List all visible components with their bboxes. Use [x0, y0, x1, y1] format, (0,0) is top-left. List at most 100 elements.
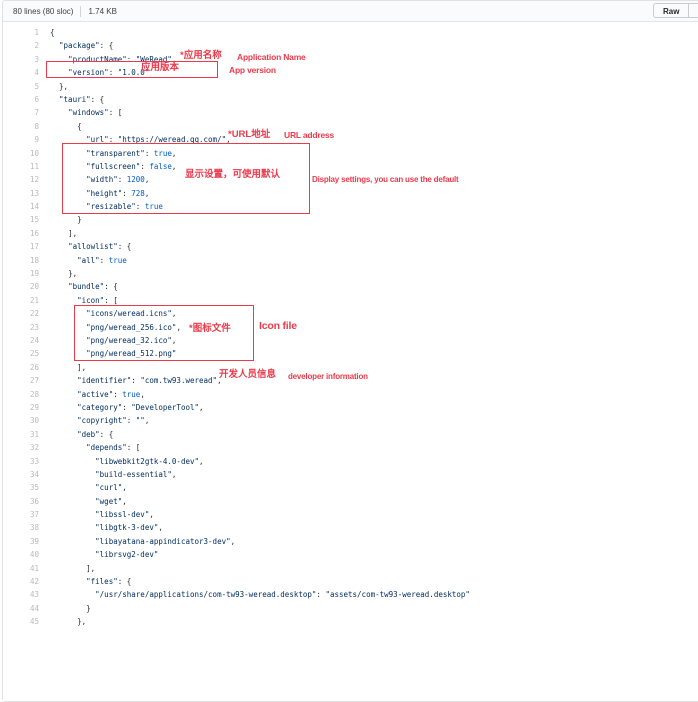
code-line: 14 "resizable": true [3, 200, 698, 213]
line-number[interactable]: 23 [3, 321, 39, 334]
code-line: 30 "copyright": "", [3, 414, 698, 427]
file-header: 80 lines (80 sloc) 1.74 KB Raw [3, 1, 698, 22]
code-line: 10 "transparent": true, [3, 147, 698, 160]
next-button-cut[interactable] [689, 3, 698, 18]
line-number[interactable]: 31 [3, 428, 39, 441]
line-number[interactable]: 34 [3, 468, 39, 481]
line-number[interactable]: 28 [3, 388, 39, 401]
line-number[interactable]: 9 [3, 133, 39, 146]
code-line-content: "png/weread_512.png" [39, 347, 176, 360]
line-number[interactable]: 35 [3, 481, 39, 494]
code-line-content: "icons/weread.icns", [39, 307, 176, 320]
code-line-content: "curl", [39, 481, 127, 494]
code-line: 7 "windows": [ [3, 106, 698, 119]
code-line-content: "librsvg2-dev" [39, 548, 158, 561]
line-number[interactable]: 40 [3, 548, 39, 561]
code-line: 15 } [3, 213, 698, 226]
line-number[interactable]: 19 [3, 267, 39, 280]
line-number[interactable]: 36 [3, 495, 39, 508]
code-line: 34 "build-essential", [3, 468, 698, 481]
line-number[interactable]: 42 [3, 575, 39, 588]
code-line-content: "tauri": { [39, 93, 104, 106]
line-number[interactable]: 13 [3, 187, 39, 200]
line-number[interactable]: 29 [3, 401, 39, 414]
code-line-content: "height": 728, [39, 187, 149, 200]
code-line-content: "identifier": "com.tw93.weread", [39, 374, 222, 387]
code-line-content: } [39, 602, 91, 615]
line-number[interactable]: 16 [3, 227, 39, 240]
line-number[interactable]: 24 [3, 334, 39, 347]
line-number[interactable]: 11 [3, 160, 39, 173]
line-number[interactable]: 15 [3, 213, 39, 226]
line-number[interactable]: 5 [3, 80, 39, 93]
code-line: 27 "identifier": "com.tw93.weread", [3, 374, 698, 387]
line-number[interactable]: 21 [3, 294, 39, 307]
code-line-content: "libwebkit2gtk-4.0-dev", [39, 455, 204, 468]
line-number[interactable]: 38 [3, 521, 39, 534]
code-line-content: { [39, 26, 55, 39]
line-number[interactable]: 18 [3, 254, 39, 267]
line-number[interactable]: 44 [3, 602, 39, 615]
line-number[interactable]: 1 [3, 26, 39, 39]
code-line: 19 }, [3, 267, 698, 280]
code-line: 35 "curl", [3, 481, 698, 494]
line-number[interactable]: 12 [3, 173, 39, 186]
code-line-content: "/usr/share/applications/com-tw93-weread… [39, 588, 470, 601]
code-line-content: "version": "1.0.0" [39, 66, 149, 79]
code-line: 18 "all": true [3, 254, 698, 267]
code-line-content: "libssl-dev", [39, 508, 154, 521]
line-number[interactable]: 33 [3, 455, 39, 468]
code-line: 3 "productName": "WeRead", [3, 53, 698, 66]
code-line-content: ], [39, 227, 77, 240]
code-line: 38 "libgtk-3-dev", [3, 521, 698, 534]
code-line: 22 "icons/weread.icns", [3, 307, 698, 320]
code-line: 31 "deb": { [3, 428, 698, 441]
line-number[interactable]: 43 [3, 588, 39, 601]
code-line-content: "package": { [39, 39, 113, 52]
code-line-content: "deb": { [39, 428, 113, 441]
code-line: 29 "category": "DeveloperTool", [3, 401, 698, 414]
code-line: 12 "width": 1200, [3, 173, 698, 186]
line-number[interactable]: 14 [3, 200, 39, 213]
line-number[interactable]: 25 [3, 347, 39, 360]
code-line: 11 "fullscreen": false, [3, 160, 698, 173]
file-actions-group: Raw [653, 3, 698, 18]
line-number[interactable]: 32 [3, 441, 39, 454]
code-line-content: "wget", [39, 495, 127, 508]
line-number[interactable]: 41 [3, 562, 39, 575]
code-line-content: "active": true, [39, 388, 145, 401]
code-line-content: "bundle": { [39, 280, 118, 293]
line-number[interactable]: 37 [3, 508, 39, 521]
code-line: 4 "version": "1.0.0" [3, 66, 698, 79]
line-number[interactable]: 22 [3, 307, 39, 320]
code-line: 26 ], [3, 361, 698, 374]
code-line: 42 "files": { [3, 575, 698, 588]
line-number[interactable]: 20 [3, 280, 39, 293]
line-number[interactable]: 26 [3, 361, 39, 374]
code-line-content: "windows": [ [39, 106, 122, 119]
line-number[interactable]: 39 [3, 535, 39, 548]
code-line-content: ], [39, 361, 86, 374]
code-line: 41 ], [3, 562, 698, 575]
line-number[interactable]: 27 [3, 374, 39, 387]
line-number[interactable]: 6 [3, 93, 39, 106]
code-line-content: "png/weread_32.ico", [39, 334, 176, 347]
code-line: 21 "icon": [ [3, 294, 698, 307]
code-line: 40 "librsvg2-dev" [3, 548, 698, 561]
code-line: 9 "url": "https://weread.qq.com/", [3, 133, 698, 146]
code-line-content: "libayatana-appindicator3-dev", [39, 535, 235, 548]
code-line-content: { [39, 120, 82, 133]
line-number[interactable]: 8 [3, 120, 39, 133]
line-number[interactable]: 30 [3, 414, 39, 427]
file-info: 80 lines (80 sloc) 1.74 KB [13, 5, 117, 17]
code-line-content: "resizable": true [39, 200, 163, 213]
line-number[interactable]: 3 [3, 53, 39, 66]
line-number[interactable]: 45 [3, 615, 39, 628]
line-number[interactable]: 2 [3, 39, 39, 52]
raw-button[interactable]: Raw [653, 3, 689, 18]
line-number[interactable]: 10 [3, 147, 39, 160]
code-line: 2 "package": { [3, 39, 698, 52]
line-number[interactable]: 7 [3, 106, 39, 119]
line-number[interactable]: 17 [3, 240, 39, 253]
line-number[interactable]: 4 [3, 66, 39, 79]
